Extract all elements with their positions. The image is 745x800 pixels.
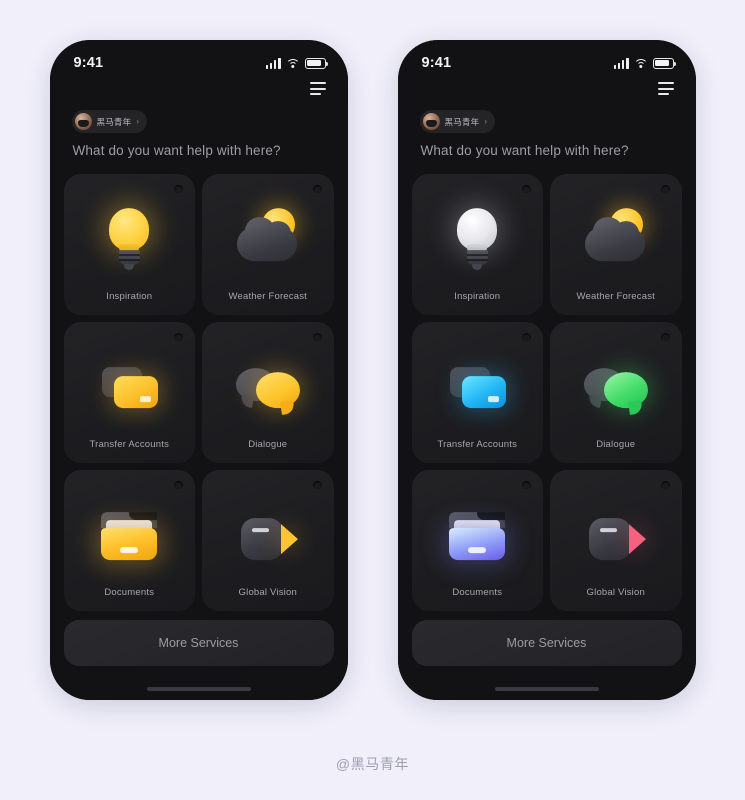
service-card-label: Global Vision	[238, 587, 297, 598]
service-card[interactable]: Dialogue	[550, 322, 682, 463]
user-chip[interactable]: 黑马青年 ›	[71, 110, 147, 133]
greeting-text: What do you want help with here?	[72, 143, 281, 158]
hamburger-menu-icon[interactable]	[656, 78, 676, 104]
home-indicator[interactable]	[494, 687, 599, 691]
service-card[interactable]: Transfer Accounts	[411, 322, 543, 463]
service-card[interactable]: Documents	[63, 470, 195, 611]
status-time: 9:41	[421, 55, 452, 71]
video-camera-icon	[231, 498, 305, 572]
service-card-label: Dialogue	[248, 439, 288, 450]
status-icons	[265, 57, 328, 69]
cellular-signal-icon	[265, 57, 281, 69]
service-card-label: Weather Forecast	[228, 291, 308, 302]
service-card-label: Inspiration	[454, 291, 501, 302]
service-card[interactable]: Inspiration	[63, 174, 195, 315]
service-card-label: Transfer Accounts	[89, 439, 170, 450]
hamburger-menu-icon[interactable]	[308, 78, 328, 104]
cloud-sun-icon	[579, 202, 653, 276]
service-card-label: Documents	[452, 587, 503, 598]
service-card-label: Transfer Accounts	[437, 439, 518, 450]
service-card[interactable]: Inspiration	[411, 174, 543, 315]
menu-row	[60, 78, 338, 104]
chevron-right-icon: ›	[136, 117, 139, 126]
phone-left: 9:41 黑马青年 › What do you want help with h…	[49, 40, 348, 700]
status-bar: 9:41	[60, 40, 338, 78]
service-card[interactable]: Transfer Accounts	[63, 322, 195, 463]
wifi-icon	[633, 58, 648, 69]
lightbulb-icon	[440, 202, 514, 276]
home-indicator[interactable]	[146, 687, 251, 691]
more-services-button[interactable]: More Services	[63, 620, 334, 666]
menu-row	[408, 78, 686, 104]
status-icons	[613, 57, 676, 69]
service-card-label: Weather Forecast	[576, 291, 656, 302]
service-card[interactable]: Global Vision	[550, 470, 682, 611]
service-card-label: Documents	[104, 587, 155, 598]
battery-icon	[304, 57, 328, 69]
folder-icon	[92, 498, 166, 572]
user-chip[interactable]: 黑马青年 ›	[419, 110, 495, 133]
phone-screen: 9:41 黑马青年 › What do you want help with h…	[397, 40, 696, 700]
credit-cards-icon	[440, 350, 514, 424]
service-card-label: Global Vision	[586, 587, 645, 598]
battery-icon	[652, 57, 676, 69]
greeting-text: What do you want help with here?	[420, 143, 629, 158]
service-grid: Inspiration Weather Forecast Transfer Acco…	[63, 174, 334, 611]
lightbulb-icon	[92, 202, 166, 276]
service-card-label: Inspiration	[106, 291, 153, 302]
credit-cards-icon	[92, 350, 166, 424]
user-chip-label: 黑马青年	[96, 116, 132, 127]
cellular-signal-icon	[613, 57, 629, 69]
cloud-sun-icon	[231, 202, 305, 276]
avatar	[422, 113, 440, 130]
video-camera-icon	[579, 498, 653, 572]
chevron-right-icon: ›	[484, 117, 487, 126]
speech-bubbles-icon	[579, 350, 653, 424]
watermark: @黑马青年	[335, 756, 410, 772]
avatar	[74, 113, 92, 130]
phone-right: 9:41 黑马青年 › What do you want help with h…	[397, 40, 696, 700]
wifi-icon	[285, 58, 300, 69]
screenshot-stage: 9:41 黑马青年 › What do you want help with h…	[0, 0, 745, 800]
speech-bubbles-icon	[231, 350, 305, 424]
service-card[interactable]: Dialogue	[202, 322, 334, 463]
folder-icon	[440, 498, 514, 572]
service-card-label: Dialogue	[596, 439, 636, 450]
service-card[interactable]: Weather Forecast	[550, 174, 682, 315]
service-card[interactable]: Documents	[411, 470, 543, 611]
phone-screen: 9:41 黑马青年 › What do you want help with h…	[49, 40, 348, 700]
user-chip-label: 黑马青年	[444, 116, 480, 127]
service-card[interactable]: Weather Forecast	[202, 174, 334, 315]
service-card[interactable]: Global Vision	[202, 470, 334, 611]
status-bar: 9:41	[408, 40, 686, 78]
status-time: 9:41	[73, 55, 104, 71]
more-services-button[interactable]: More Services	[411, 620, 682, 666]
service-grid: Inspiration Weather Forecast Transfer Acco…	[411, 174, 682, 611]
